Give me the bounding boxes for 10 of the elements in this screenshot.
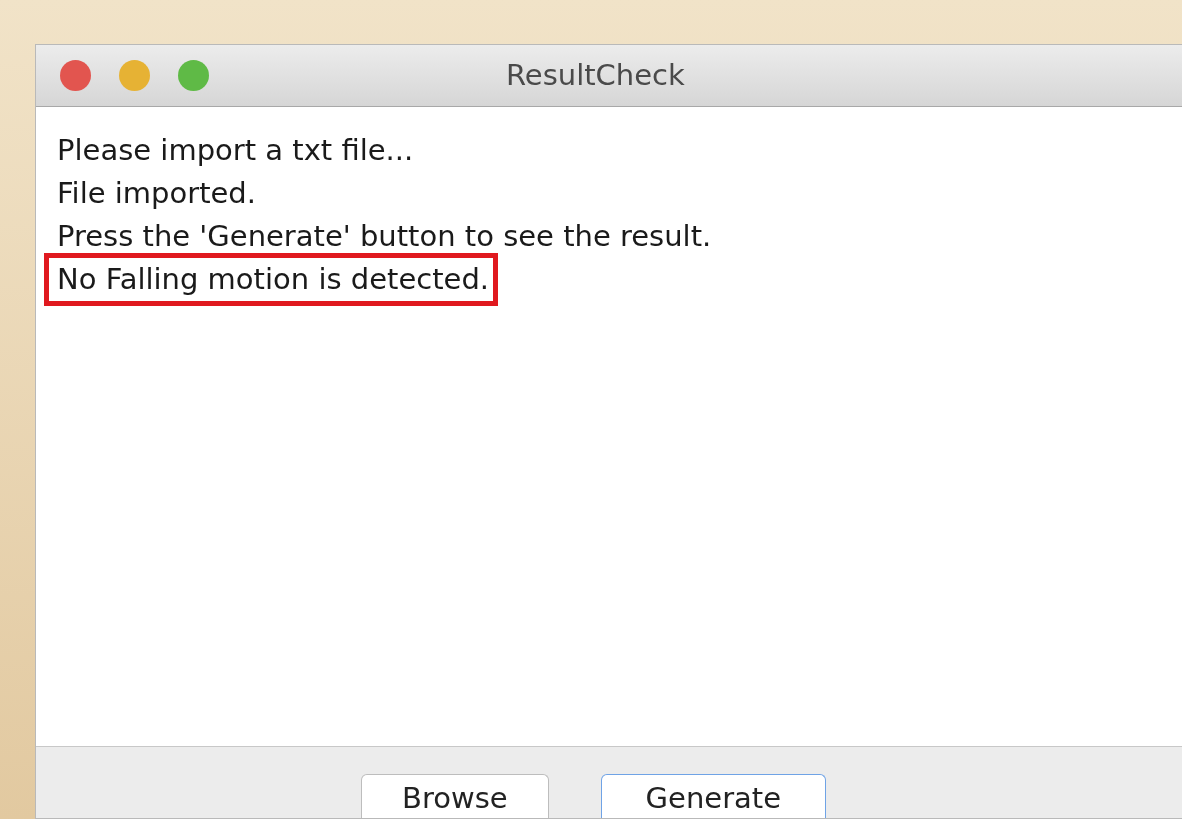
zoom-button[interactable]: [178, 60, 209, 91]
log-line: File imported.: [57, 175, 256, 212]
window-title: ResultCheck: [506, 56, 685, 94]
log-line: Press the 'Generate' button to see the result.: [57, 218, 712, 255]
close-button[interactable]: [60, 60, 91, 91]
minimize-button[interactable]: [119, 60, 150, 91]
log-line: No Falling motion is detected.: [57, 262, 489, 296]
push-button[interactable]: Generate: [600, 774, 827, 818]
push-button[interactable]: Browse: [361, 774, 549, 818]
log-line: Please import a txt file...: [57, 132, 414, 169]
